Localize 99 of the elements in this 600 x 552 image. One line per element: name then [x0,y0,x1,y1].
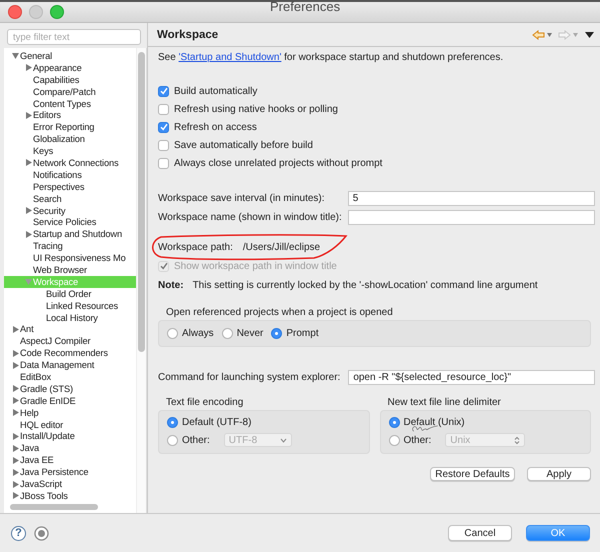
page-title: Workspace [157,28,220,40]
tree-item[interactable]: General [4,50,136,62]
tree-item[interactable]: Web Browser [4,264,136,276]
tree-item[interactable]: Build Order [4,288,136,300]
field-label: Workspace name (shown in window title): [158,212,342,223]
tree-item[interactable]: Perspectives [4,180,136,193]
radio-button[interactable] [271,328,282,339]
collapsed-arrow-icon[interactable] [12,326,19,333]
tree-item[interactable]: Gradle EnIDE [4,394,136,407]
maximize-icon[interactable] [50,5,64,19]
back-arrow-icon[interactable] [532,30,545,40]
radio-button[interactable] [222,328,233,339]
tree-item[interactable]: Java [4,442,136,454]
tree-item[interactable]: Java Persistence [4,466,136,478]
group-title: Open referenced projects when a project is opened [166,307,394,318]
tree-item[interactable]: HQL editor [4,418,136,430]
tree-item[interactable]: UI Responsiveness Mo [4,252,136,264]
tree-item[interactable]: Capabilities [4,74,136,86]
tree-item[interactable]: Tracing [4,240,136,252]
tree-item[interactable]: Compare/Patch [4,86,136,98]
menu-icon[interactable] [585,32,594,38]
checkbox[interactable] [158,140,169,150]
input-field[interactable]: open -R "${selected_resource_loc}" [348,370,595,385]
intro-text: See 'Startup and Shutdown' for workspace startup and shutdown preferences. [158,52,504,63]
radio-label: Default (UTF-8) [182,417,252,428]
tree-item[interactable]: JBoss Tools [4,490,136,502]
close-icon[interactable] [8,5,22,19]
cancel-button[interactable]: Cancel [448,525,512,541]
radio-button[interactable] [167,328,178,339]
tree-item[interactable]: Ant [4,323,136,336]
tree-item[interactable]: AspectJ Compiler [4,335,136,348]
radio-button[interactable] [388,417,400,428]
restore-defaults-button[interactable]: Restore Defaults [430,467,515,481]
tree-item[interactable]: Java EE [4,454,136,466]
apply-button[interactable]: Apply [527,467,591,481]
checkbox[interactable] [158,104,169,114]
window-title: Preferences [270,0,340,14]
group-title: Text file encoding [166,397,244,408]
tree-item[interactable]: Notifications [4,168,136,181]
note-text: This setting is currently locked by the '-showLocation' command line argument [192,280,538,291]
help-icon[interactable]: ? [11,526,26,540]
tree-item[interactable]: Data Management [4,359,136,372]
tree-item[interactable]: JavaScript [4,478,136,490]
tree-item[interactable]: Install/Update [4,430,136,442]
tree-item[interactable]: EditBox [4,371,136,383]
tree-item[interactable]: Code Recommenders [4,347,136,360]
field-label: Command for launching system explorer: [158,372,340,383]
collapsed-arrow-icon[interactable] [25,64,32,72]
radio-label: Never [236,328,264,339]
note-label: Note: [158,280,184,291]
input-field[interactable] [348,210,595,225]
tree-item[interactable]: Appearance [4,62,136,74]
checkbox-label: Save automatically before build [174,140,313,150]
tree-item[interactable]: Startup and Shutdown [4,228,136,240]
checkbox[interactable] [158,86,169,96]
checkbox[interactable] [158,158,169,168]
path-label: Workspace path: [158,242,233,253]
radio-button[interactable] [388,434,400,446]
collapsed-arrow-icon[interactable] [25,230,32,238]
tree-item[interactable]: Keys [4,145,136,158]
tree-item[interactable]: Local History [4,312,136,324]
checkbox-label: Refresh on access [174,122,257,132]
input-field[interactable]: 5 [348,191,595,206]
scrollbar-thumb[interactable] [138,52,145,352]
checkbox-label: Always close unrelated projects without prompt [174,158,382,168]
tree-item[interactable]: Content Types [4,98,136,110]
collapsed-arrow-icon[interactable] [25,207,32,214]
field-label: Workspace save interval (in minutes): [158,193,326,204]
collapsed-arrow-icon[interactable] [25,112,32,119]
radio-button[interactable] [167,434,178,446]
scrollbar-thumb[interactable] [10,504,98,510]
radio-label: Other: [404,434,432,446]
caret-icon[interactable] [547,32,552,36]
checkbox-label: Refresh using native hooks or polling [174,104,338,114]
checkbox[interactable] [158,122,169,132]
radio-button[interactable] [167,417,178,428]
radio-label: Default (Unix) [404,417,465,428]
group-title: New text file line delimiter [388,397,502,408]
collapsed-arrow-icon[interactable] [25,159,32,166]
checkbox-label: Show workspace path in window title [174,260,337,272]
radio-label: Prompt [286,328,319,339]
tree-item[interactable]: Error Reporting [4,121,136,134]
tree-item[interactable]: Search [4,192,136,205]
record-icon[interactable] [34,526,49,540]
filter-field[interactable]: type filter text [7,29,141,45]
tree-item[interactable]: Linked Resources [4,300,136,312]
tree-item[interactable]: Security [4,204,136,216]
expanded-arrow-icon[interactable] [12,52,19,60]
tree-item[interactable]: Help [4,406,136,419]
path-value: /Users/Jill/eclipse [242,242,320,253]
radio-label: Always [182,328,214,339]
startup-link[interactable]: 'Startup and Shutdown' [178,52,282,63]
checkbox-label: Build automatically [174,86,258,96]
radio-label: Other: [182,434,210,446]
tree-item[interactable]: Gradle (STS) [4,382,136,395]
tree-item[interactable]: Globalization [4,133,136,146]
tree-item[interactable]: Editors [4,109,136,122]
tree-item[interactable]: Service Policies [4,216,136,228]
tree-item[interactable]: Network Connections [4,157,136,169]
